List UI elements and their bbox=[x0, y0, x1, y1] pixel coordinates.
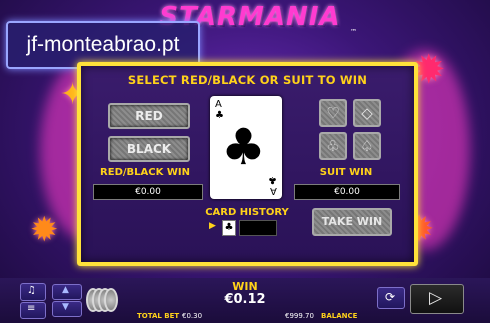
card-suit-bottom-icon: ♣ bbox=[268, 174, 277, 185]
history-card: ♣ bbox=[222, 220, 236, 236]
red-black-win-value: €0.00 bbox=[93, 184, 203, 200]
history-empty-slots bbox=[239, 220, 277, 236]
coin-stack-icon bbox=[104, 288, 118, 312]
menu-button[interactable]: ♫ bbox=[20, 283, 46, 301]
gamble-instruction: SELECT RED/BLACK OR SUIT TO WIN bbox=[127, 73, 368, 87]
spin-button[interactable]: ▷ bbox=[410, 284, 464, 314]
hearts-suit-button[interactable]: ♡ bbox=[319, 99, 347, 127]
history-arrow-icon: ▶ bbox=[209, 221, 216, 231]
trademark: ™ bbox=[350, 28, 357, 36]
bet-down-button[interactable]: ▼ bbox=[52, 301, 82, 317]
star-decoration-icon: ✹ bbox=[30, 210, 59, 250]
balance-label: BALANCE bbox=[321, 312, 358, 320]
clubs-suit-button[interactable]: ♧ bbox=[319, 132, 347, 160]
hearts-icon: ♡ bbox=[326, 104, 340, 122]
menu-icon: ≡ bbox=[27, 303, 36, 314]
suit-win-label: SUIT WIN bbox=[319, 167, 373, 178]
autoplay-button[interactable]: ⟳ bbox=[377, 287, 405, 309]
spades-suit-button[interactable]: ♤ bbox=[353, 132, 381, 160]
win-value: €0.12 bbox=[224, 292, 266, 307]
suit-win-value: €0.00 bbox=[294, 184, 400, 200]
bet-up-button[interactable]: ▲ bbox=[52, 284, 82, 300]
spades-icon: ♤ bbox=[360, 137, 374, 155]
card-rank-bottom: A bbox=[270, 185, 277, 196]
play-icon: ▷ bbox=[429, 288, 443, 308]
take-win-button[interactable]: TAKE WIN bbox=[312, 208, 392, 236]
diamonds-icon: ◇ bbox=[361, 104, 373, 122]
card-rank-top: A bbox=[215, 99, 222, 110]
settings-button[interactable]: ≡ bbox=[20, 302, 46, 319]
total-bet-label: TOTAL BET bbox=[137, 312, 180, 320]
total-bet-value: €0.30 bbox=[182, 312, 203, 320]
gamble-panel: SELECT RED/BLACK OR SUIT TO WIN RED BLAC… bbox=[77, 62, 418, 266]
balance-value: €999.70 bbox=[285, 312, 314, 320]
black-button[interactable]: BLACK bbox=[108, 136, 190, 162]
refresh-icon: ⟳ bbox=[385, 290, 396, 304]
arrow-down-icon: ▼ bbox=[62, 302, 69, 312]
card-history-label: CARD HISTORY bbox=[205, 207, 289, 218]
diamonds-suit-button[interactable]: ◇ bbox=[353, 99, 381, 127]
arrow-up-icon: ▲ bbox=[62, 285, 69, 295]
clubs-icon: ♧ bbox=[326, 137, 340, 155]
card-suit-center-icon: ♣ bbox=[221, 118, 266, 176]
playing-card: A ♣ ♣ ♣ A bbox=[210, 96, 282, 199]
music-icon: ♫ bbox=[27, 285, 36, 296]
red-black-win-label: RED/BLACK WIN bbox=[100, 167, 190, 178]
red-button[interactable]: RED bbox=[108, 103, 190, 129]
